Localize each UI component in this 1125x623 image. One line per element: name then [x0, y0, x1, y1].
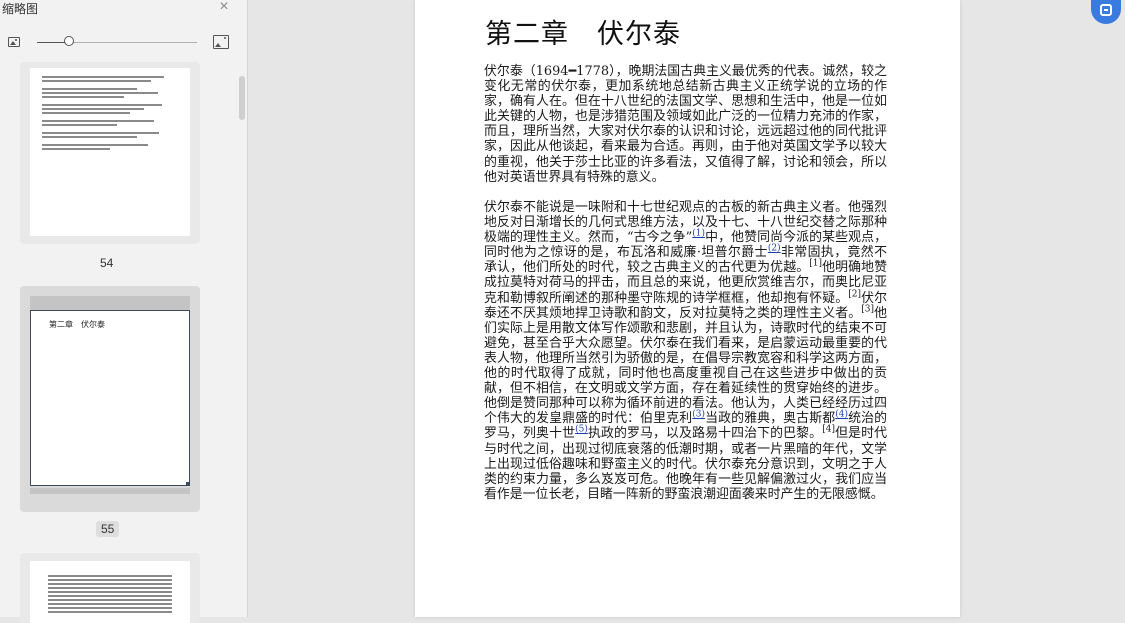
- thumbnail-image: 第二章 伏尔泰: [30, 310, 190, 486]
- footnote-link[interactable]: (2): [768, 244, 781, 254]
- thumbnail-image: [30, 561, 190, 623]
- footnote-link[interactable]: (4): [835, 410, 848, 420]
- text-run: 当政的雅典，奥古斯都: [704, 411, 836, 427]
- reference-mark: [3]: [861, 304, 874, 315]
- thumbnail-text-lines: [49, 333, 171, 337]
- thumbnail-page-54[interactable]: [20, 62, 200, 244]
- close-icon[interactable]: ×: [216, 0, 232, 16]
- footnote-link[interactable]: (1): [692, 229, 705, 239]
- floating-tool-button[interactable]: [1091, 0, 1121, 24]
- reference-mark: [4]: [822, 425, 835, 436]
- zoom-slider-thumb[interactable]: [64, 36, 74, 46]
- image-small-icon[interactable]: [8, 37, 20, 47]
- thumbnail-image: [30, 68, 190, 236]
- thumbnail-zoom-control: [6, 34, 236, 52]
- chapter-title: 第二章 伏尔泰: [485, 19, 681, 50]
- reference-mark: [2]: [848, 289, 861, 300]
- text-run: 他们实际上是用散文体写作颂歌和悲剧，并且认为，诗歌时代的结束不可避免，甚至合乎大…: [484, 305, 888, 427]
- thumbnail-page-55[interactable]: 第二章 伏尔泰: [20, 286, 200, 512]
- paragraph-2: 伏尔泰不能说是一味附和十七世纪观点的古板的新古典主义者。他强烈地反对日渐增长的几…: [484, 200, 887, 502]
- footnote-link[interactable]: (3): [692, 410, 705, 420]
- paragraph-1: 伏尔泰（1694━1778），晚期法国古典主义最优秀的代表。诚然，较之变化无常的…: [484, 64, 887, 185]
- text-run: 执政的罗马，以及路易十四治下的巴黎。: [587, 426, 823, 442]
- thumbnail-label-active: 55: [96, 521, 120, 537]
- thumbnail-sidebar: 缩略图 × 54 第二章 伏尔泰 55: [0, 0, 248, 623]
- sidebar-title: 缩略图: [2, 2, 39, 16]
- thumbnail-corner-mark: [186, 482, 190, 486]
- thumbnail-chapter-title: 第二章 伏尔泰: [49, 320, 105, 329]
- document-page: 第二章 伏尔泰 伏尔泰（1694━1778），晚期法国古典主义最优秀的代表。诚然…: [415, 0, 960, 617]
- thumbnail-footer-strip: [30, 488, 190, 494]
- thumbnail-label: 54: [100, 256, 114, 270]
- image-large-icon[interactable]: [213, 35, 229, 49]
- thumbnail-header-strip: [30, 296, 190, 310]
- sidebar-scrollbar[interactable]: [239, 76, 245, 120]
- footnote-link[interactable]: (5): [575, 425, 588, 435]
- reference-mark: [1]: [809, 259, 822, 270]
- thumbnail-page-56[interactable]: [20, 553, 200, 623]
